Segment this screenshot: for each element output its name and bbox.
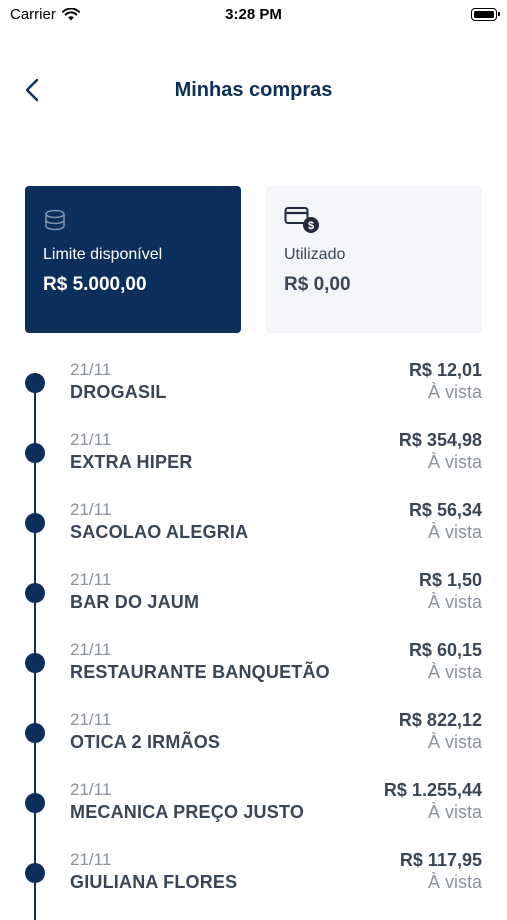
- purchase-amount: R$ 354,98: [398, 430, 482, 450]
- purchase-payment-method: À vista: [427, 522, 482, 542]
- purchase-merchant: MECANICA PREÇO JUSTO: [70, 802, 305, 822]
- purchase-date: 21/11: [70, 430, 112, 449]
- purchase-payment-method: À vista: [427, 872, 482, 892]
- purchase-amount: R$ 822,12: [398, 710, 482, 730]
- timeline-dot: [25, 373, 45, 393]
- purchase-amount: R$ 1,50: [418, 570, 482, 590]
- navigation-bar: Minhas compras: [0, 70, 507, 110]
- purchase-date: 21/11: [70, 360, 112, 379]
- purchase-payment-method: À vista: [427, 662, 482, 682]
- available-limit-value: R$ 5.000,00: [43, 274, 147, 295]
- timeline-dot: [25, 723, 45, 743]
- purchase-payment-method: À vista: [427, 452, 482, 472]
- battery-icon: [471, 8, 500, 21]
- timeline-dot: [25, 863, 45, 883]
- available-limit-label: Limite disponível: [43, 246, 163, 263]
- purchase-merchant: RESTAURANTE BANQUETÃO: [70, 662, 330, 682]
- purchase-amount: R$ 12,01: [408, 360, 482, 380]
- used-limit-value: R$ 0,00: [284, 274, 351, 295]
- credit-card-dollar-icon: $: [284, 207, 319, 233]
- purchase-payment-method: À vista: [427, 802, 482, 822]
- used-limit-card: $ Utilizado R$ 0,00: [266, 186, 482, 333]
- page-title: Minhas compras: [174, 79, 333, 101]
- purchase-item[interactable]: 21/11 BAR DO JAUM R$ 1,50 À vista: [0, 570, 507, 640]
- purchase-item[interactable]: 21/11 RESTAURANTE BANQUETÃO R$ 60,15 À v…: [0, 640, 507, 710]
- purchase-payment-method: À vista: [427, 382, 482, 402]
- purchase-merchant: EXTRA HIPER: [70, 452, 193, 472]
- purchase-amount: R$ 60,15: [408, 640, 482, 660]
- purchase-merchant: DROGASIL: [70, 382, 167, 402]
- coins-stack-icon: [45, 209, 65, 231]
- purchase-date: 21/11: [70, 500, 112, 519]
- purchase-date: 21/11: [70, 640, 112, 659]
- available-limit-card: Limite disponível R$ 5.000,00: [25, 186, 241, 333]
- purchase-item[interactable]: 21/11 DROGASIL R$ 12,01 À vista: [0, 360, 507, 430]
- purchase-amount: R$ 117,95: [399, 850, 482, 870]
- purchase-date: 21/11: [70, 780, 112, 799]
- limit-cards: Limite disponível R$ 5.000,00 $ Utilizad…: [25, 186, 482, 333]
- purchase-merchant: BAR DO JAUM: [70, 592, 200, 612]
- purchase-item[interactable]: 21/11 EXTRA HIPER R$ 354,98 À vista: [0, 430, 507, 500]
- purchase-payment-method: À vista: [427, 732, 482, 752]
- purchase-merchant: GIULIANA FLORES: [70, 872, 238, 892]
- purchase-item[interactable]: 21/11 MECANICA PREÇO JUSTO R$ 1.255,44 À…: [0, 780, 507, 850]
- purchase-amount: R$ 1.255,44: [383, 780, 482, 800]
- svg-text:$: $: [308, 220, 314, 232]
- timeline-dot: [25, 583, 45, 603]
- purchase-payment-method: À vista: [427, 592, 482, 612]
- purchase-merchant: SACOLAO ALEGRIA: [70, 522, 249, 542]
- timeline-dot: [25, 443, 45, 463]
- purchase-item[interactable]: 21/11 GIULIANA FLORES R$ 117,95 À vista: [0, 850, 507, 920]
- clock: 3:28 PM: [225, 6, 282, 23]
- timeline-dot: [25, 793, 45, 813]
- purchase-date: 21/11: [70, 570, 112, 589]
- timeline-dot: [25, 513, 45, 533]
- timeline-dot: [25, 653, 45, 673]
- purchase-amount: R$ 56,34: [408, 500, 482, 520]
- purchase-item[interactable]: 21/11 SACOLAO ALEGRIA R$ 56,34 À vista: [0, 500, 507, 570]
- purchase-merchant: OTICA 2 IRMÃOS: [70, 732, 221, 752]
- status-bar: Carrier 3:28 PM: [0, 0, 507, 30]
- purchase-date: 21/11: [70, 710, 112, 729]
- used-limit-label: Utilizado: [284, 246, 346, 263]
- purchase-item[interactable]: 21/11 OTICA 2 IRMÃOS R$ 822,12 À vista: [0, 710, 507, 780]
- purchase-date: 21/11: [70, 850, 112, 869]
